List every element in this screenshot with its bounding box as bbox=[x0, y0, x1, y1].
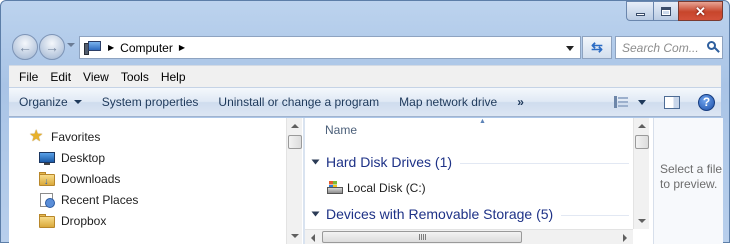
breadcrumb-arrow-icon[interactable]: ▶ bbox=[179, 43, 185, 52]
organize-label: Organize bbox=[19, 95, 68, 109]
scroll-thumb[interactable] bbox=[288, 135, 302, 149]
file-list-pane: Name ▲ Hard Disk Drives (1) Local Disk (… bbox=[305, 118, 649, 244]
minimize-button[interactable] bbox=[626, 1, 653, 21]
search-input[interactable]: Search Com... bbox=[622, 41, 704, 55]
organize-button[interactable]: Organize bbox=[9, 95, 92, 109]
map-drive-label: Map network drive bbox=[399, 95, 498, 109]
maximize-button[interactable] bbox=[653, 1, 678, 21]
breadcrumb-computer[interactable]: Computer bbox=[120, 41, 173, 55]
uninstall-program-button[interactable]: Uninstall or change a program bbox=[208, 95, 389, 109]
address-bar[interactable]: ▶ Computer ▶ bbox=[79, 36, 581, 59]
nav-item-label: Favorites bbox=[51, 129, 101, 144]
star-icon: ★ bbox=[29, 127, 44, 145]
refresh-button[interactable]: ⇆ bbox=[582, 36, 612, 59]
folder-icon bbox=[39, 213, 55, 229]
horizontal-scroll-thumb[interactable] bbox=[322, 231, 522, 243]
help-icon[interactable]: ? bbox=[698, 93, 715, 111]
menu-file[interactable]: File bbox=[13, 70, 44, 84]
forward-arrow-icon: → bbox=[45, 39, 59, 55]
menu-edit[interactable]: Edit bbox=[44, 70, 77, 84]
nav-item-favorites[interactable]: ★ Favorites bbox=[9, 126, 286, 147]
view-options-dropdown-icon[interactable] bbox=[638, 99, 646, 105]
caption-buttons: ✕ bbox=[626, 1, 723, 21]
horizontal-scrollbar[interactable] bbox=[305, 229, 633, 244]
scroll-down-button[interactable] bbox=[634, 213, 650, 229]
scroll-thumb[interactable] bbox=[635, 135, 649, 149]
command-bar-right: ? bbox=[614, 88, 721, 116]
column-name-label: Name bbox=[325, 123, 358, 137]
menu-help[interactable]: Help bbox=[155, 70, 192, 84]
forward-button[interactable]: → bbox=[39, 34, 65, 60]
nav-item-label: Desktop bbox=[61, 150, 106, 165]
preview-pane: Select a file to preview. bbox=[653, 118, 723, 244]
nav-item-downloads[interactable]: ↓ Downloads bbox=[9, 168, 286, 189]
desktop-icon bbox=[39, 150, 55, 166]
dropdown-arrow-icon bbox=[73, 100, 82, 104]
navigation-pane: ★ Favorites Desktop ↓ Downloads Recent P… bbox=[9, 118, 303, 244]
sort-indicator-icon: ▲ bbox=[479, 118, 486, 125]
drive-item-local-disk[interactable]: Local Disk (C:) bbox=[327, 179, 426, 197]
recent-places-icon bbox=[39, 192, 55, 208]
minimize-icon bbox=[635, 12, 645, 16]
navigation-tree: ★ Favorites Desktop ↓ Downloads Recent P… bbox=[9, 126, 286, 231]
content-area: ★ Favorites Desktop ↓ Downloads Recent P… bbox=[9, 118, 723, 244]
command-bar: Organize System properties Uninstall or … bbox=[9, 87, 721, 117]
close-icon: ✕ bbox=[695, 3, 706, 19]
explorer-window: ✕ ← → ▶ Computer ▶ ⇆ Search Com... File … bbox=[0, 0, 730, 244]
breadcrumb-arrow-icon[interactable]: ▶ bbox=[108, 43, 114, 52]
nav-item-label: Downloads bbox=[61, 171, 121, 186]
system-properties-button[interactable]: System properties bbox=[92, 95, 209, 109]
recent-pages-dropdown[interactable] bbox=[67, 43, 75, 47]
nav-item-label: Recent Places bbox=[61, 192, 139, 207]
back-arrow-icon: ← bbox=[18, 39, 32, 55]
back-button[interactable]: ← bbox=[12, 34, 38, 60]
group-label: Devices with Removable Storage (5) bbox=[326, 206, 554, 222]
column-header-name[interactable]: Name ▲ bbox=[305, 118, 637, 142]
group-header-hard-disk-drives[interactable]: Hard Disk Drives (1) bbox=[309, 152, 629, 172]
close-button[interactable]: ✕ bbox=[678, 1, 723, 21]
more-commands-button[interactable]: » bbox=[507, 95, 532, 109]
map-network-drive-button[interactable]: Map network drive bbox=[389, 95, 507, 109]
file-list-scrollbar[interactable] bbox=[633, 118, 649, 229]
nav-item-dropbox[interactable]: Dropbox bbox=[9, 210, 286, 231]
group-header-removable-storage[interactable]: Devices with Removable Storage (5) bbox=[309, 204, 629, 224]
menu-tools[interactable]: Tools bbox=[115, 70, 155, 84]
group-divider bbox=[460, 162, 629, 164]
address-row: ← → ▶ Computer ▶ ⇆ Search Com... bbox=[9, 33, 723, 61]
preview-pane-icon[interactable] bbox=[664, 95, 680, 109]
uninstall-label: Uninstall or change a program bbox=[218, 95, 380, 109]
computer-icon bbox=[84, 40, 102, 55]
scroll-up-button[interactable] bbox=[287, 118, 302, 134]
local-disk-icon bbox=[327, 181, 343, 195]
nav-item-recent-places[interactable]: Recent Places bbox=[9, 189, 286, 210]
menu-view[interactable]: View bbox=[77, 70, 115, 84]
address-dropdown-icon[interactable] bbox=[566, 46, 574, 51]
group-label: Hard Disk Drives (1) bbox=[326, 154, 453, 170]
group-divider bbox=[561, 214, 629, 216]
maximize-icon bbox=[661, 6, 671, 16]
downloads-folder-icon: ↓ bbox=[39, 171, 55, 187]
scroll-down-button[interactable] bbox=[287, 228, 303, 244]
drive-label: Local Disk (C:) bbox=[347, 181, 426, 195]
refresh-icon: ⇆ bbox=[591, 39, 603, 55]
nav-item-desktop[interactable]: Desktop bbox=[9, 147, 286, 168]
nav-item-label: Dropbox bbox=[61, 213, 107, 228]
change-view-icon[interactable] bbox=[614, 96, 628, 108]
system-properties-label: System properties bbox=[101, 95, 199, 109]
menu-bar: File Edit View Tools Help bbox=[9, 65, 721, 87]
collapse-chevron-icon[interactable] bbox=[311, 159, 320, 165]
search-box[interactable]: Search Com... bbox=[615, 36, 723, 59]
navigation-scrollbar[interactable] bbox=[286, 118, 302, 244]
scroll-up-button[interactable] bbox=[634, 118, 649, 134]
search-icon[interactable] bbox=[704, 39, 722, 57]
collapse-chevron-icon[interactable] bbox=[311, 211, 320, 217]
preview-message: Select a file to preview. bbox=[660, 162, 723, 191]
